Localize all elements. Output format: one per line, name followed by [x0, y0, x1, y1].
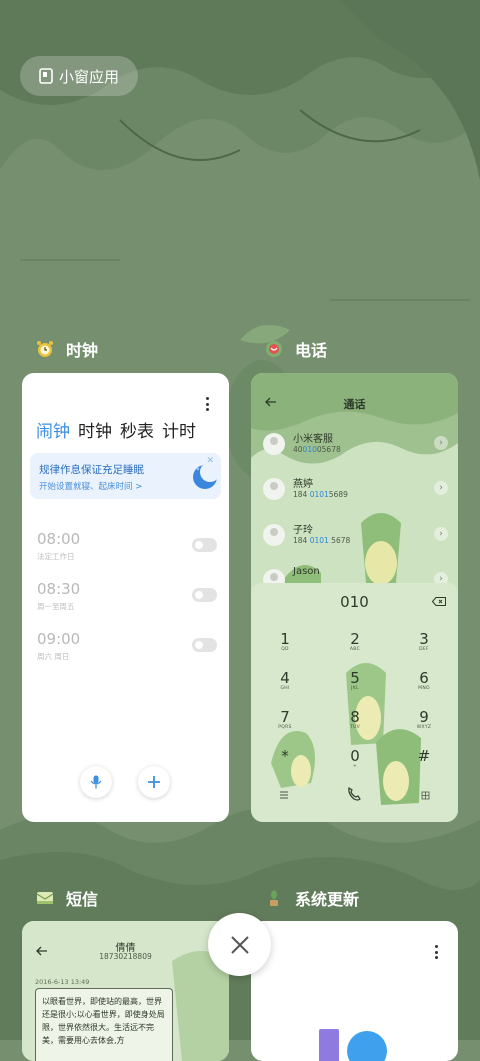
contact-name: 小米客服: [293, 434, 333, 445]
app-label-clock-text: 时钟: [66, 341, 99, 360]
more-options-icon[interactable]: [434, 945, 438, 959]
sms-message-bubble[interactable]: 以眼看世界，即使站的最高，世界还是很小;以心看世界，即使身处局限，世界依然很大。…: [35, 988, 173, 1061]
dial-key[interactable]: 1 QD: [265, 631, 305, 653]
contact-name: 燕婷: [293, 479, 313, 490]
phone-app-card[interactable]: 通话 小米客服 4001005678 › 燕婷 184 01015689 › 子…: [251, 373, 458, 822]
alarm-toggle[interactable]: [192, 538, 217, 552]
alarm-repeat: 周六 周日: [37, 652, 70, 661]
app-label-update[interactable]: 系统更新: [263, 886, 359, 910]
avatar: [263, 478, 285, 500]
contact-number: 184 01015689: [293, 490, 348, 499]
sms-contact-number: 18730218809: [99, 952, 152, 961]
dialed-number: 010: [340, 593, 369, 611]
mini-window-icon: [39, 68, 53, 84]
voice-alarm-button[interactable]: [80, 766, 112, 798]
sleep-banner-title: 规律作息保证充足睡眠: [39, 464, 144, 476]
alarm-row[interactable]: 09:00 周六 周日: [37, 630, 217, 666]
alarm-row[interactable]: 08:00 法定工作日: [37, 530, 217, 566]
contact-row[interactable]: 子玲 184 0101 5678 ›: [263, 521, 448, 551]
sms-timestamp: 2016-6-13 13:49: [35, 978, 90, 986]
sleep-banner-subtitle: 开始设置就寝、起床时间 >: [39, 482, 143, 492]
tab-stopwatch[interactable]: 秒表: [120, 417, 154, 442]
clear-all-button[interactable]: [208, 913, 271, 976]
call-icon[interactable]: [346, 786, 362, 802]
alarm-toggle[interactable]: [192, 588, 217, 602]
contact-row[interactable]: 小米客服 4001005678 ›: [263, 430, 448, 460]
mini-window-label: 小窗应用: [58, 67, 119, 86]
dial-key[interactable]: 7 PQRS: [265, 709, 305, 731]
clock-app-card[interactable]: 闹钟 时钟 秒表 计时 规律作息保证充足睡眠 开始设置就寝、起床时间 > ✕ 0…: [22, 373, 229, 822]
app-label-phone[interactable]: 电话: [263, 337, 327, 361]
tab-clock[interactable]: 时钟: [78, 417, 112, 442]
phone-title: 通话: [343, 398, 366, 411]
sleep-schedule-banner[interactable]: 规律作息保证充足睡眠 开始设置就寝、起床时间 > ✕: [30, 453, 221, 499]
dial-key[interactable]: 3 DEF: [404, 631, 444, 653]
chevron-right-icon[interactable]: ›: [434, 436, 448, 450]
alarm-time: 09:00: [37, 630, 81, 648]
sms-app-icon: [34, 887, 56, 909]
alarm-row[interactable]: 08:30 周一至周五: [37, 580, 217, 616]
dial-key[interactable]: 8 TUV: [335, 709, 375, 731]
system-update-app-icon: [263, 887, 285, 909]
app-label-sms[interactable]: 短信: [34, 886, 98, 910]
app-label-phone-text: 电话: [295, 341, 328, 360]
dial-key[interactable]: 0 +: [335, 748, 375, 770]
alarm-clock-app-icon: [34, 338, 56, 360]
app-label-sms-text: 短信: [66, 890, 99, 909]
alarm-time: 08:00: [37, 530, 81, 548]
tab-timer[interactable]: 计时: [162, 417, 196, 442]
contact-row[interactable]: 燕婷 184 01015689 ›: [263, 475, 448, 505]
menu-icon[interactable]: [279, 791, 289, 799]
microphone-icon: [90, 775, 102, 789]
alarm-time: 08:30: [37, 580, 81, 598]
contact-number: 4001005678: [293, 445, 341, 454]
chevron-right-icon[interactable]: ›: [434, 527, 448, 541]
moon-icon: [193, 462, 220, 489]
dial-key[interactable]: 6 MNO: [404, 670, 444, 692]
alarm-repeat: 周一至周五: [37, 602, 75, 611]
avatar: [263, 524, 285, 546]
plus-icon: [148, 776, 160, 788]
dialpad: 010 1 QD 2 ABC 3 DEF 4 GHI 5 JKL 6 MNO 7 PQRS 8…: [251, 583, 458, 822]
miui-logo-icon: [319, 1029, 387, 1061]
clock-tabs: 闹钟 时钟 秒表 计时: [36, 417, 196, 442]
app-label-clock[interactable]: 时钟: [34, 337, 98, 361]
backspace-icon[interactable]: [432, 597, 446, 606]
chevron-right-icon[interactable]: ›: [434, 481, 448, 495]
system-update-app-card[interactable]: [251, 921, 458, 1061]
contact-number: 184 0101 5678: [293, 536, 351, 545]
phone-app-icon: [263, 338, 285, 360]
dial-key[interactable]: 5 JKL: [335, 670, 375, 692]
sms-app-card[interactable]: 倩倩 18730218809 2016-6-13 13:49 以眼看世界，即使站…: [22, 921, 229, 1061]
contact-name: 子玲: [293, 525, 313, 536]
tab-alarm[interactable]: 闹钟: [36, 417, 70, 442]
app-label-update-text: 系统更新: [295, 890, 360, 909]
add-alarm-button[interactable]: [138, 766, 170, 798]
alarm-repeat: 法定工作日: [37, 552, 75, 561]
dial-key[interactable]: *: [265, 748, 305, 770]
more-options-icon[interactable]: [205, 397, 209, 411]
dial-key[interactable]: 9 WXYZ: [404, 709, 444, 731]
dial-key[interactable]: 4 GHI: [265, 670, 305, 692]
close-icon: [230, 935, 249, 954]
dial-key[interactable]: #: [404, 748, 444, 770]
alarm-toggle[interactable]: [192, 638, 217, 652]
dialpad-toggle-icon[interactable]: [421, 791, 430, 800]
mini-window-button[interactable]: 小窗应用: [20, 56, 138, 96]
contact-name: Jason: [293, 566, 320, 577]
avatar: [263, 433, 285, 455]
dial-key[interactable]: 2 ABC: [335, 631, 375, 653]
